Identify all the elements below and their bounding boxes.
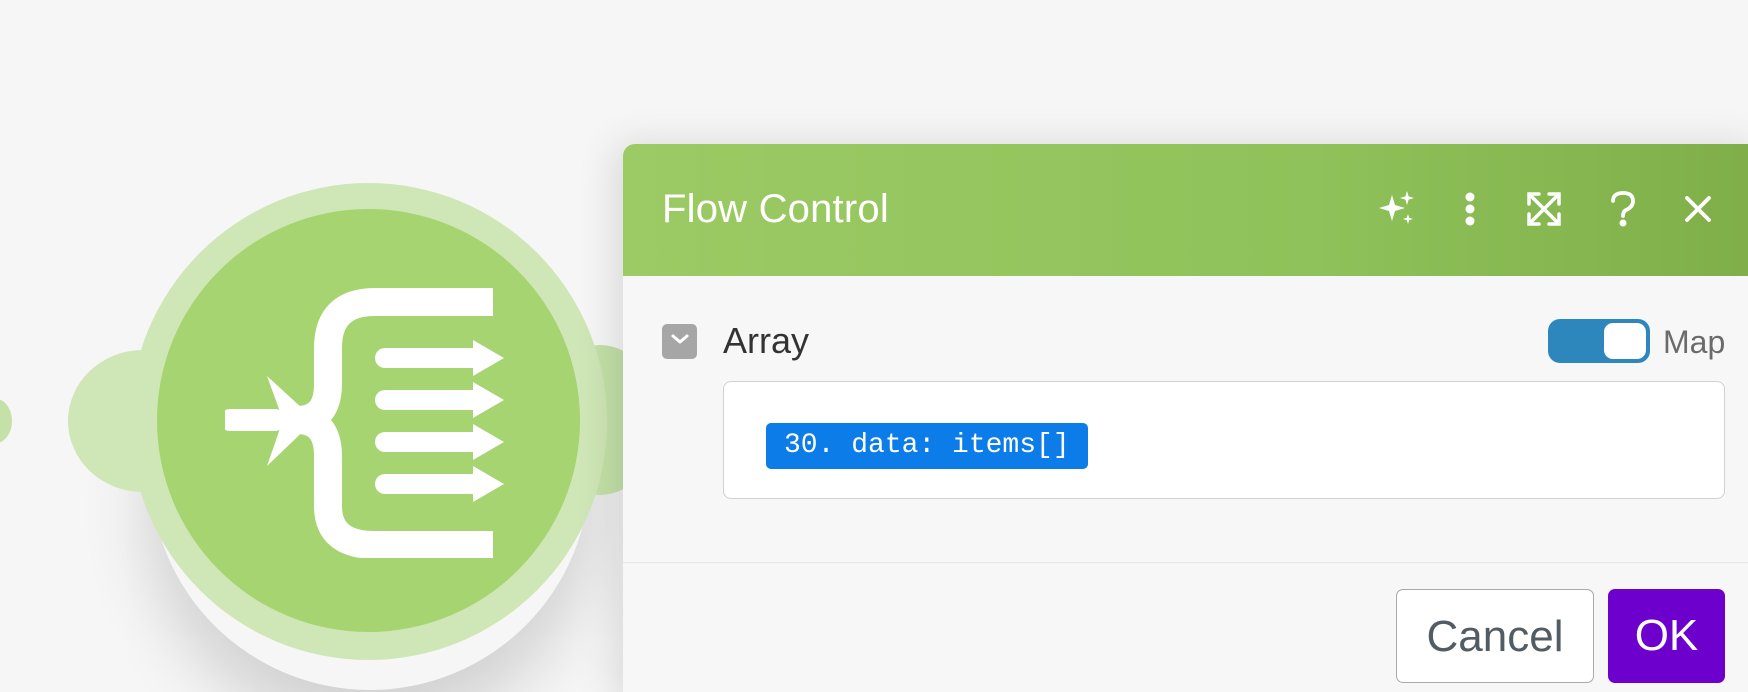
help-icon[interactable] xyxy=(1600,186,1646,232)
expand-icon[interactable] xyxy=(1521,186,1567,232)
ai-sparkle-icon[interactable] xyxy=(1374,186,1420,232)
ok-button[interactable]: OK xyxy=(1608,589,1725,683)
cancel-button[interactable]: Cancel xyxy=(1396,589,1594,683)
iterator-module-node[interactable] xyxy=(0,0,660,692)
map-toggle-knob xyxy=(1604,323,1646,359)
map-toggle-label: Map xyxy=(1663,324,1726,360)
panel-body: Array Map 30. data: items[] xyxy=(623,276,1748,566)
close-icon[interactable] xyxy=(1675,186,1721,232)
more-options-icon[interactable] xyxy=(1447,186,1493,232)
field-collapse-toggle[interactable] xyxy=(662,324,697,359)
chevron-down-icon xyxy=(670,332,690,351)
module-settings-panel: Flow Control Array Map 30. data: items[]… xyxy=(623,144,1748,692)
map-toggle[interactable] xyxy=(1548,319,1650,363)
iterator-icon xyxy=(219,288,525,559)
array-mapping-input[interactable]: 30. data: items[] xyxy=(723,381,1725,499)
array-field-label: Array xyxy=(723,320,810,361)
footer-divider xyxy=(623,562,1748,563)
scenario-canvas: Flow Control Array Map 30. data: items[]… xyxy=(0,0,1748,692)
mapped-value-pill[interactable]: 30. data: items[] xyxy=(766,423,1088,469)
panel-header: Flow Control xyxy=(623,144,1748,276)
panel-title: Flow Control xyxy=(662,187,889,231)
previous-module-connector xyxy=(0,399,12,443)
